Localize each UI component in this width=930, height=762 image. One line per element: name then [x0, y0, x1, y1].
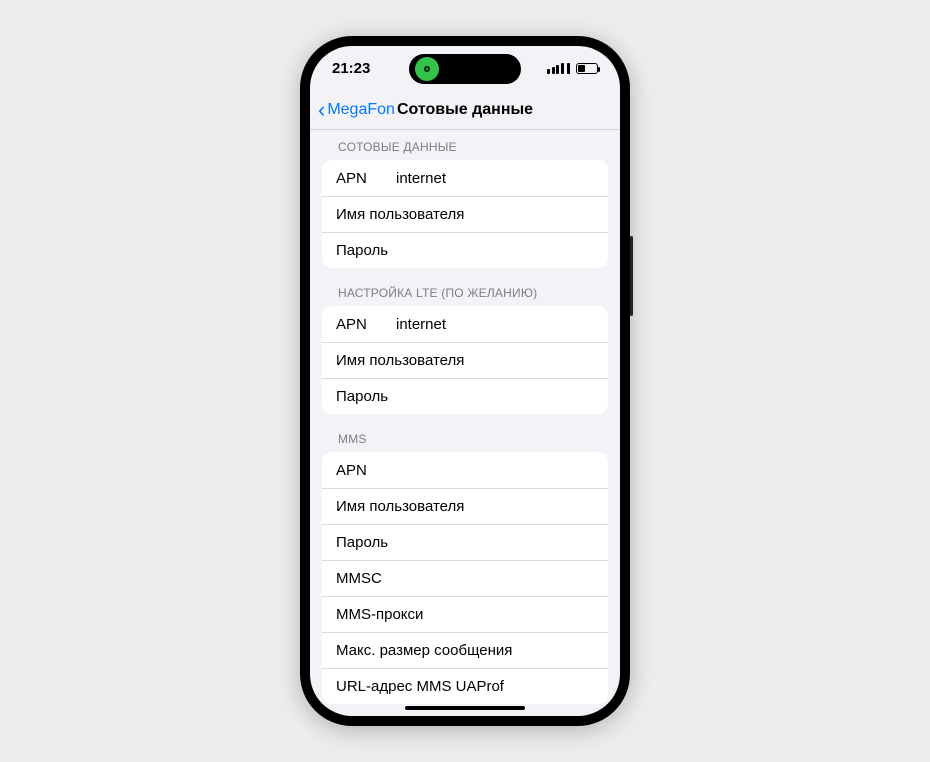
row-label: MMSC [336, 570, 382, 587]
group-mms: APN Имя пользователя Пароль MMSC MMS-про… [322, 452, 608, 704]
activity-icon [415, 57, 439, 81]
row-value: internet [396, 170, 446, 187]
section-header-cellular: СОТОВЫЕ ДАННЫЕ [310, 130, 620, 160]
screen: 21:23 ! ‹ MegaFon Сотовые данные [310, 46, 620, 716]
row-label: MMS-прокси [336, 606, 423, 623]
status-right: ! [538, 63, 598, 74]
chevron-left-icon: ‹ [318, 99, 325, 121]
power-button [630, 236, 633, 316]
mms-proxy-row[interactable]: MMS-прокси [322, 596, 608, 632]
home-indicator[interactable] [405, 706, 525, 710]
mms-password-row[interactable]: Пароль [322, 524, 608, 560]
cellular-password-row[interactable]: Пароль [322, 232, 608, 268]
section-header-mms: MMS [310, 414, 620, 452]
row-value: internet [396, 316, 446, 333]
row-label: Пароль [336, 242, 388, 259]
row-label: Пароль [336, 388, 388, 405]
cellular-username-row[interactable]: Имя пользователя [322, 196, 608, 232]
dynamic-island [409, 54, 521, 84]
back-label: MegaFon [327, 101, 395, 119]
mms-uaprof-row[interactable]: URL-адрес MMS UAProf [322, 668, 608, 704]
row-label: Макс. размер сообщения [336, 642, 512, 659]
battery-icon [576, 63, 598, 74]
status-bar: 21:23 ! [310, 46, 620, 90]
lte-password-row[interactable]: Пароль [322, 378, 608, 414]
group-cellular: APN internet Имя пользователя Пароль [322, 160, 608, 268]
back-button[interactable]: ‹ MegaFon [318, 99, 395, 121]
row-label: APN [336, 462, 367, 479]
lte-apn-row[interactable]: APN internet [322, 306, 608, 342]
lte-username-row[interactable]: Имя пользователя [322, 342, 608, 378]
group-lte: APN internet Имя пользователя Пароль [322, 306, 608, 414]
row-label: URL-адрес MMS UAProf [336, 678, 504, 695]
row-label: Пароль [336, 534, 388, 551]
mms-apn-row[interactable]: APN [322, 452, 608, 488]
row-label: Имя пользователя [336, 206, 464, 223]
mms-mmsc-row[interactable]: MMSC [322, 560, 608, 596]
mms-maxsize-row[interactable]: Макс. размер сообщения [322, 632, 608, 668]
mms-username-row[interactable]: Имя пользователя [322, 488, 608, 524]
cellular-apn-row[interactable]: APN internet [322, 160, 608, 196]
status-time: 21:23 [332, 60, 392, 77]
content-scroll[interactable]: СОТОВЫЕ ДАННЫЕ APN internet Имя пользова… [310, 130, 620, 716]
phone-frame: 21:23 ! ‹ MegaFon Сотовые данные [300, 36, 630, 726]
row-label: APN [336, 316, 396, 333]
row-label: Имя пользователя [336, 352, 464, 369]
row-label: APN [336, 170, 396, 187]
signal-icon: ! [547, 63, 570, 74]
nav-bar: ‹ MegaFon Сотовые данные [310, 90, 620, 130]
section-header-lte: НАСТРОЙКА LTE (ПО ЖЕЛАНИЮ) [310, 268, 620, 306]
row-label: Имя пользователя [336, 498, 464, 515]
